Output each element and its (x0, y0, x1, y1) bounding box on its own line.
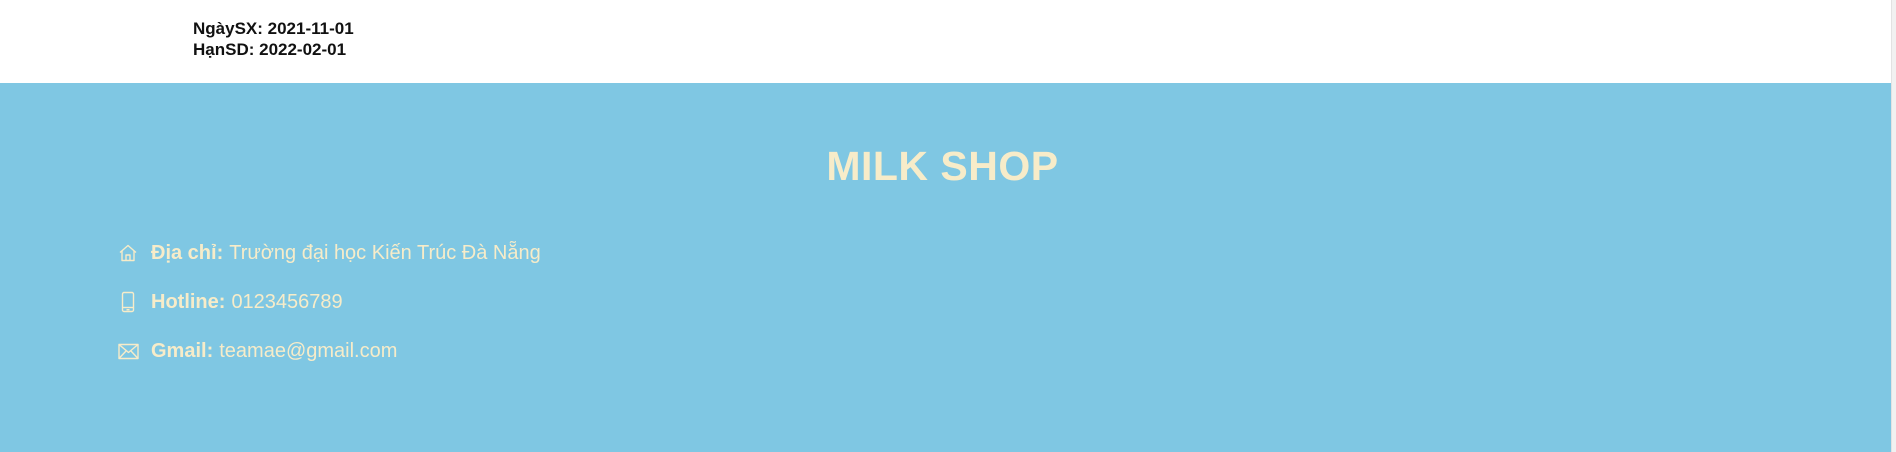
site-footer: MILK SHOP Địa chỉ: Trường đại học Kiến T… (0, 83, 1891, 452)
address-value: Trường đại học Kiến Trúc Đà Nẵng (229, 241, 541, 264)
envelope-icon (117, 340, 139, 362)
expiry-date: HạnSD: 2022-02-01 (193, 40, 347, 59)
shop-title: MILK SHOP (826, 143, 1059, 189)
gmail-row: Gmail: teamae@gmail.com (117, 336, 541, 366)
gmail-value[interactable]: teamae@gmail.com (219, 340, 397, 363)
page: NgàySX: 2021-11-01 HạnSD: 2022-02-01 MIL… (0, 0, 1896, 452)
home-icon (117, 242, 139, 264)
gmail-label: Gmail: (151, 339, 214, 362)
contact-info: Địa chỉ: Trường đại học Kiến Trúc Đà Nẵn… (117, 238, 541, 385)
manufacture-date: NgàySX: 2021-11-01 (193, 19, 354, 38)
hotline-label: Hotline: (151, 290, 226, 313)
address-label: Địa chỉ: (151, 241, 224, 264)
address-row: Địa chỉ: Trường đại học Kiến Trúc Đà Nẵn… (117, 238, 541, 268)
product-dates: NgàySX: 2021-11-01 HạnSD: 2022-02-01 (193, 18, 354, 60)
scrollbar[interactable] (1891, 0, 1896, 452)
hotline-value[interactable]: 0123456789 (231, 291, 342, 314)
mobile-phone-icon (117, 291, 139, 313)
hotline-row: Hotline: 0123456789 (117, 287, 541, 317)
